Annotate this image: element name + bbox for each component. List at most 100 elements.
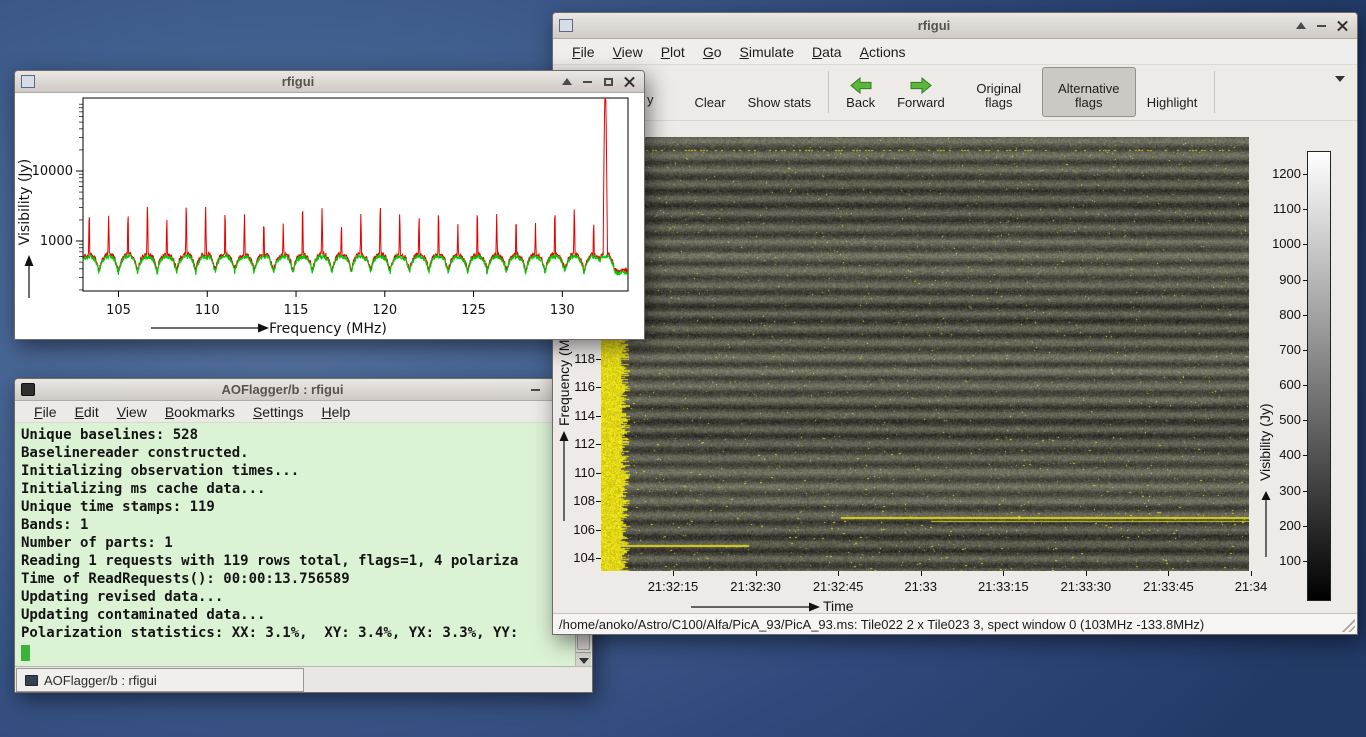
colorbar-tick-label: 900	[1253, 272, 1301, 287]
time-tick-label: 21:33:15	[963, 579, 1043, 594]
minimize-button[interactable]	[1312, 17, 1331, 35]
status-text: /home/anoko/Astro/C100/Alfa/PicA_93/PicA…	[559, 617, 1204, 632]
time-tick-label: 21:33:45	[1128, 579, 1208, 594]
clear-button-label: Clear	[695, 96, 726, 110]
shade-button[interactable]	[557, 73, 576, 91]
terminal-titlebar[interactable]: AOFlagger/b : rfigui	[15, 379, 592, 401]
rfigui-plot-window: rfigui 100010000105110115120125130Freque…	[14, 70, 645, 340]
terminal-output-line: Reading 1 requests with 119 rows total, …	[21, 552, 572, 570]
main-menu-item[interactable]: Go	[694, 42, 731, 62]
chevron-down-icon	[579, 658, 589, 664]
minimize-icon	[531, 389, 540, 391]
toolbar-separator	[828, 71, 829, 113]
time-tick-mark	[921, 571, 922, 576]
x-axis-label: Frequency (MHz)	[269, 321, 387, 337]
x-tick-label: 120	[372, 303, 397, 318]
main-titlebar-buttons	[1289, 17, 1357, 35]
x-tick-label: 110	[195, 303, 220, 318]
frequency-axis-arrow-icon	[557, 429, 571, 523]
time-tick-label: 21:32:30	[716, 579, 796, 594]
main-toolbar: y Clear Show stats Back Forward	[553, 65, 1357, 121]
original-flags-label: Original flags	[967, 82, 1031, 110]
main-menu-item[interactable]: Plot	[652, 42, 694, 62]
close-button[interactable]	[620, 73, 639, 91]
terminal-output-line: Initializing ms cache data...	[21, 480, 572, 498]
time-tick-mark	[756, 571, 757, 576]
colorbar-tick-label: 1200	[1253, 166, 1301, 181]
show-stats-label: Show stats	[748, 96, 812, 110]
terminal-menu-item[interactable]: View	[108, 402, 156, 422]
close-button[interactable]	[1333, 17, 1352, 35]
shade-icon	[562, 78, 572, 85]
main-menu-item[interactable]: Simulate	[731, 42, 803, 62]
main-menu-item[interactable]: Data	[803, 42, 851, 62]
visibility-frequency-plot[interactable]: 100010000105110115120125130Frequency (MH…	[15, 93, 646, 341]
terminal-cursor	[21, 645, 30, 661]
x-tick-label: 130	[550, 303, 575, 318]
terminal-output-area[interactable]: Unique baselines: 528Baselinereader cons…	[15, 423, 592, 668]
terminal-tab-icon	[25, 675, 38, 686]
terminal-menu-item[interactable]: Edit	[66, 402, 108, 422]
konsole-icon	[21, 383, 35, 396]
frequency-tick-label: 104	[561, 550, 595, 565]
time-axis-label: Time	[823, 598, 854, 614]
terminal-tab-label: AOFlagger/b : rfigui	[44, 673, 157, 688]
plot-titlebar[interactable]: rfigui	[15, 71, 644, 93]
original-flags-button[interactable]: Original flags	[956, 67, 1042, 117]
toolbar-overflow-button[interactable]	[1335, 82, 1345, 100]
x-tick-label: 105	[106, 303, 131, 318]
x-tick-label: 115	[284, 303, 309, 318]
x-axis-arrow-head	[258, 324, 269, 333]
terminal-output-line: Updating revised data...	[21, 588, 572, 606]
show-stats-button[interactable]: Show stats	[737, 67, 823, 117]
back-button-label: Back	[846, 96, 875, 110]
y-tick-label: 1000	[40, 234, 73, 249]
desktop: AOFlagger/b : rfigui FileEditViewBookmar…	[0, 0, 1366, 737]
highlight-button[interactable]: Highlight	[1136, 67, 1209, 117]
time-tick-mark	[1168, 571, 1169, 576]
clear-button[interactable]: Clear	[684, 67, 737, 117]
shade-button[interactable]	[1291, 17, 1310, 35]
partially-hidden-toolbar-button[interactable]: y	[647, 92, 654, 117]
terminal-output-line: Unique baselines: 528	[21, 426, 572, 444]
plot-window-title: rfigui	[41, 74, 555, 89]
alternative-flags-button[interactable]: Alternative flags	[1042, 67, 1136, 117]
resize-grip[interactable]	[1340, 617, 1355, 632]
time-tick-label: 21:33:30	[1046, 579, 1126, 594]
terminal-menubar: FileEditViewBookmarksSettingsHelp	[15, 401, 592, 423]
main-menu-item[interactable]: Actions	[851, 42, 915, 62]
back-arrow-icon	[850, 77, 872, 94]
terminal-output-line: Unique time stamps: 119	[21, 498, 572, 516]
rfigui-app-icon	[559, 19, 573, 32]
terminal-window-title: AOFlagger/b : rfigui	[41, 382, 524, 397]
main-window-title: rfigui	[579, 18, 1289, 33]
terminal-menu-item[interactable]: Help	[312, 402, 359, 422]
spectrogram[interactable]	[601, 137, 1249, 571]
colorbar-tick-label: 1100	[1253, 201, 1301, 216]
minimize-icon	[1317, 25, 1326, 27]
main-menu-item[interactable]: View	[604, 42, 652, 62]
main-titlebar[interactable]: rfigui	[553, 13, 1357, 39]
terminal-tab[interactable]: AOFlagger/b : rfigui	[16, 668, 304, 692]
terminal-menu-item[interactable]: Settings	[244, 402, 313, 422]
terminal-menu-item[interactable]: File	[25, 402, 66, 422]
statusbar: /home/anoko/Astro/C100/Alfa/PicA_93/PicA…	[553, 613, 1357, 634]
rfigui-app-icon	[21, 75, 35, 88]
time-tick-label: 21:32:45	[798, 579, 878, 594]
plot-titlebar-buttons	[555, 73, 644, 91]
maximize-button[interactable]	[599, 73, 618, 91]
chevron-down-icon	[1335, 76, 1345, 99]
toolbar-separator	[1214, 71, 1215, 113]
highlight-button-label: Highlight	[1147, 96, 1198, 110]
y-axis-arrow-head	[25, 255, 34, 266]
back-button[interactable]: Back	[835, 67, 886, 117]
forward-button[interactable]: Forward	[886, 67, 956, 117]
time-tick-mark	[1003, 571, 1004, 576]
terminal-menu-item[interactable]: Bookmarks	[156, 402, 244, 422]
close-icon	[624, 76, 635, 87]
main-menu-item[interactable]: File	[563, 42, 604, 62]
time-tick-label: 21:34	[1211, 579, 1291, 594]
minimize-button[interactable]	[526, 381, 545, 399]
colorbar-axis-arrow-icon	[1259, 489, 1273, 559]
minimize-button[interactable]	[578, 73, 597, 91]
